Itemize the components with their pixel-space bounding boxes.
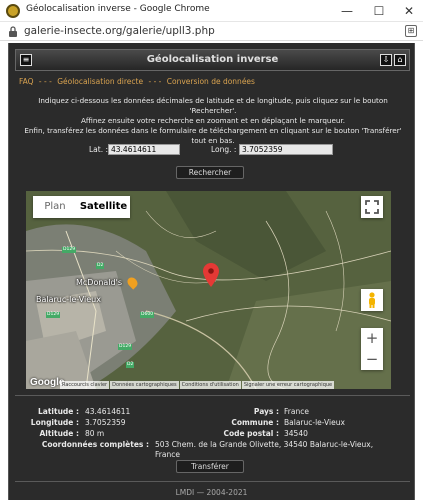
map-footer: Raccourcis clavier Données cartographiqu… — [60, 381, 335, 389]
road-label-d2: D2 — [126, 362, 135, 368]
pays-value: France — [284, 407, 309, 416]
transferer-button[interactable]: Transférer — [176, 460, 244, 473]
intro-line-1: Indiquez ci-dessous les données décimale… — [38, 96, 388, 115]
commune-value: Balaruc-le-Vieux — [284, 418, 345, 427]
rechercher-button[interactable]: Rechercher — [176, 166, 244, 179]
zoom-out-button[interactable]: − — [361, 349, 383, 370]
nav-link-geolocalisation-directe[interactable]: Géolocalisation directe — [57, 77, 143, 86]
lock-icon — [9, 26, 17, 37]
coordonnees-label: Coordonnées complètes : — [41, 440, 149, 449]
window-title: Géolocalisation inverse - Google Chrome — [26, 4, 210, 14]
road-label-d600: D600 — [140, 312, 155, 318]
url-text[interactable]: galerie-insecte.org/galerie/upll3.php — [24, 25, 215, 37]
latitude-result-value: 43.4614611 — [85, 407, 131, 416]
page-title: Géolocalisation inverse — [146, 54, 279, 65]
commune-label: Commune : — [231, 418, 279, 427]
nav-separator: - - - — [38, 77, 52, 86]
map-type-control: Plan Satellite — [33, 196, 130, 218]
longitude-result-label: Longitude : — [30, 418, 79, 427]
page-header: ≡ Géolocalisation inverse ⇩ ⌂ — [15, 49, 410, 71]
fullscreen-icon — [365, 200, 379, 214]
pegman-icon — [369, 292, 375, 308]
altitude-result-value: 80 m — [85, 429, 105, 438]
close-icon[interactable]: ✕ — [396, 2, 422, 20]
keyboard-shortcuts-link[interactable]: Raccourcis clavier — [60, 381, 110, 389]
nav-links: FAQ - - - Géolocalisation directe - - - … — [19, 77, 258, 86]
lat-label: Lat. : — [89, 145, 109, 154]
nav-link-conversion[interactable]: Conversion de données — [167, 77, 255, 86]
place-label-town: Balaruc-le-Vieux — [36, 295, 101, 304]
intro-line-2: Affinez ensuite votre recherche en zooma… — [80, 116, 346, 125]
report-error-link[interactable]: Signaler une erreur cartographique — [241, 381, 335, 389]
home-icon[interactable]: ⌂ — [394, 54, 406, 66]
coordonnees-line-1: 503 Chem. de la Grande Olivette, 34540 B… — [155, 440, 374, 449]
nav-link-faq[interactable]: FAQ — [19, 77, 34, 86]
download-icon[interactable]: ⇩ — [380, 54, 392, 66]
zoom-in-button[interactable]: + — [361, 328, 383, 349]
pays-label: Pays : — [253, 407, 279, 416]
lon-label: Long. : — [211, 145, 237, 154]
longitude-result-value: 3.7052359 — [85, 418, 126, 427]
road-label-d129: D129 — [62, 247, 77, 253]
satellite-imagery — [26, 191, 391, 389]
chrome-app-icon — [6, 4, 20, 18]
zoom-control: + − — [361, 328, 383, 370]
street-view-button[interactable] — [361, 289, 383, 311]
window-titlebar: Géolocalisation inverse - Google Chrome … — [0, 0, 423, 22]
road-label-d2: D2 — [96, 263, 105, 269]
code-postal-label: Code postal : — [223, 429, 279, 438]
extension-icon[interactable]: ⊞ — [405, 25, 417, 37]
fullscreen-button[interactable] — [361, 196, 383, 218]
road-label-d129: D129 — [118, 344, 133, 350]
minimize-icon[interactable]: — — [334, 2, 360, 20]
divider — [15, 395, 410, 396]
divider — [15, 481, 410, 482]
address-bar[interactable]: galerie-insecte.org/galerie/upll3.php ⊞ — [0, 22, 423, 41]
map-tab-plan[interactable]: Plan — [33, 196, 77, 218]
coordonnees-line-2: France — [155, 450, 180, 459]
map-tab-satellite[interactable]: Satellite — [77, 196, 130, 218]
place-label-mcdonalds[interactable]: McDonald's — [76, 278, 122, 287]
altitude-result-label: Altitude : — [39, 429, 79, 438]
page-content: ≡ Géolocalisation inverse ⇩ ⌂ FAQ - - - … — [8, 43, 415, 500]
intro-line-3: Enfin, transférez les données dans le fo… — [24, 126, 402, 145]
code-postal-value: 34540 — [284, 429, 308, 438]
maximize-icon[interactable]: ☐ — [366, 2, 392, 20]
map-marker-icon[interactable] — [203, 263, 219, 287]
nav-separator: - - - — [148, 77, 162, 86]
terms-link[interactable]: Conditions d'utilisation — [179, 381, 241, 389]
road-label-d129: D129 — [46, 312, 61, 318]
longitude-input[interactable] — [239, 144, 333, 155]
page-footer: LMDI — 2004-2021 — [175, 488, 248, 497]
latitude-result-label: Latitude : — [38, 407, 79, 416]
map-data-link[interactable]: Données cartographiques — [110, 381, 179, 389]
intro-text: Indiquez ci-dessous les données décimale… — [17, 96, 409, 146]
latitude-input[interactable] — [108, 144, 180, 155]
google-map[interactable]: D129 D2 D129 D600 D129 D2 McDonald's Bal… — [26, 191, 391, 389]
